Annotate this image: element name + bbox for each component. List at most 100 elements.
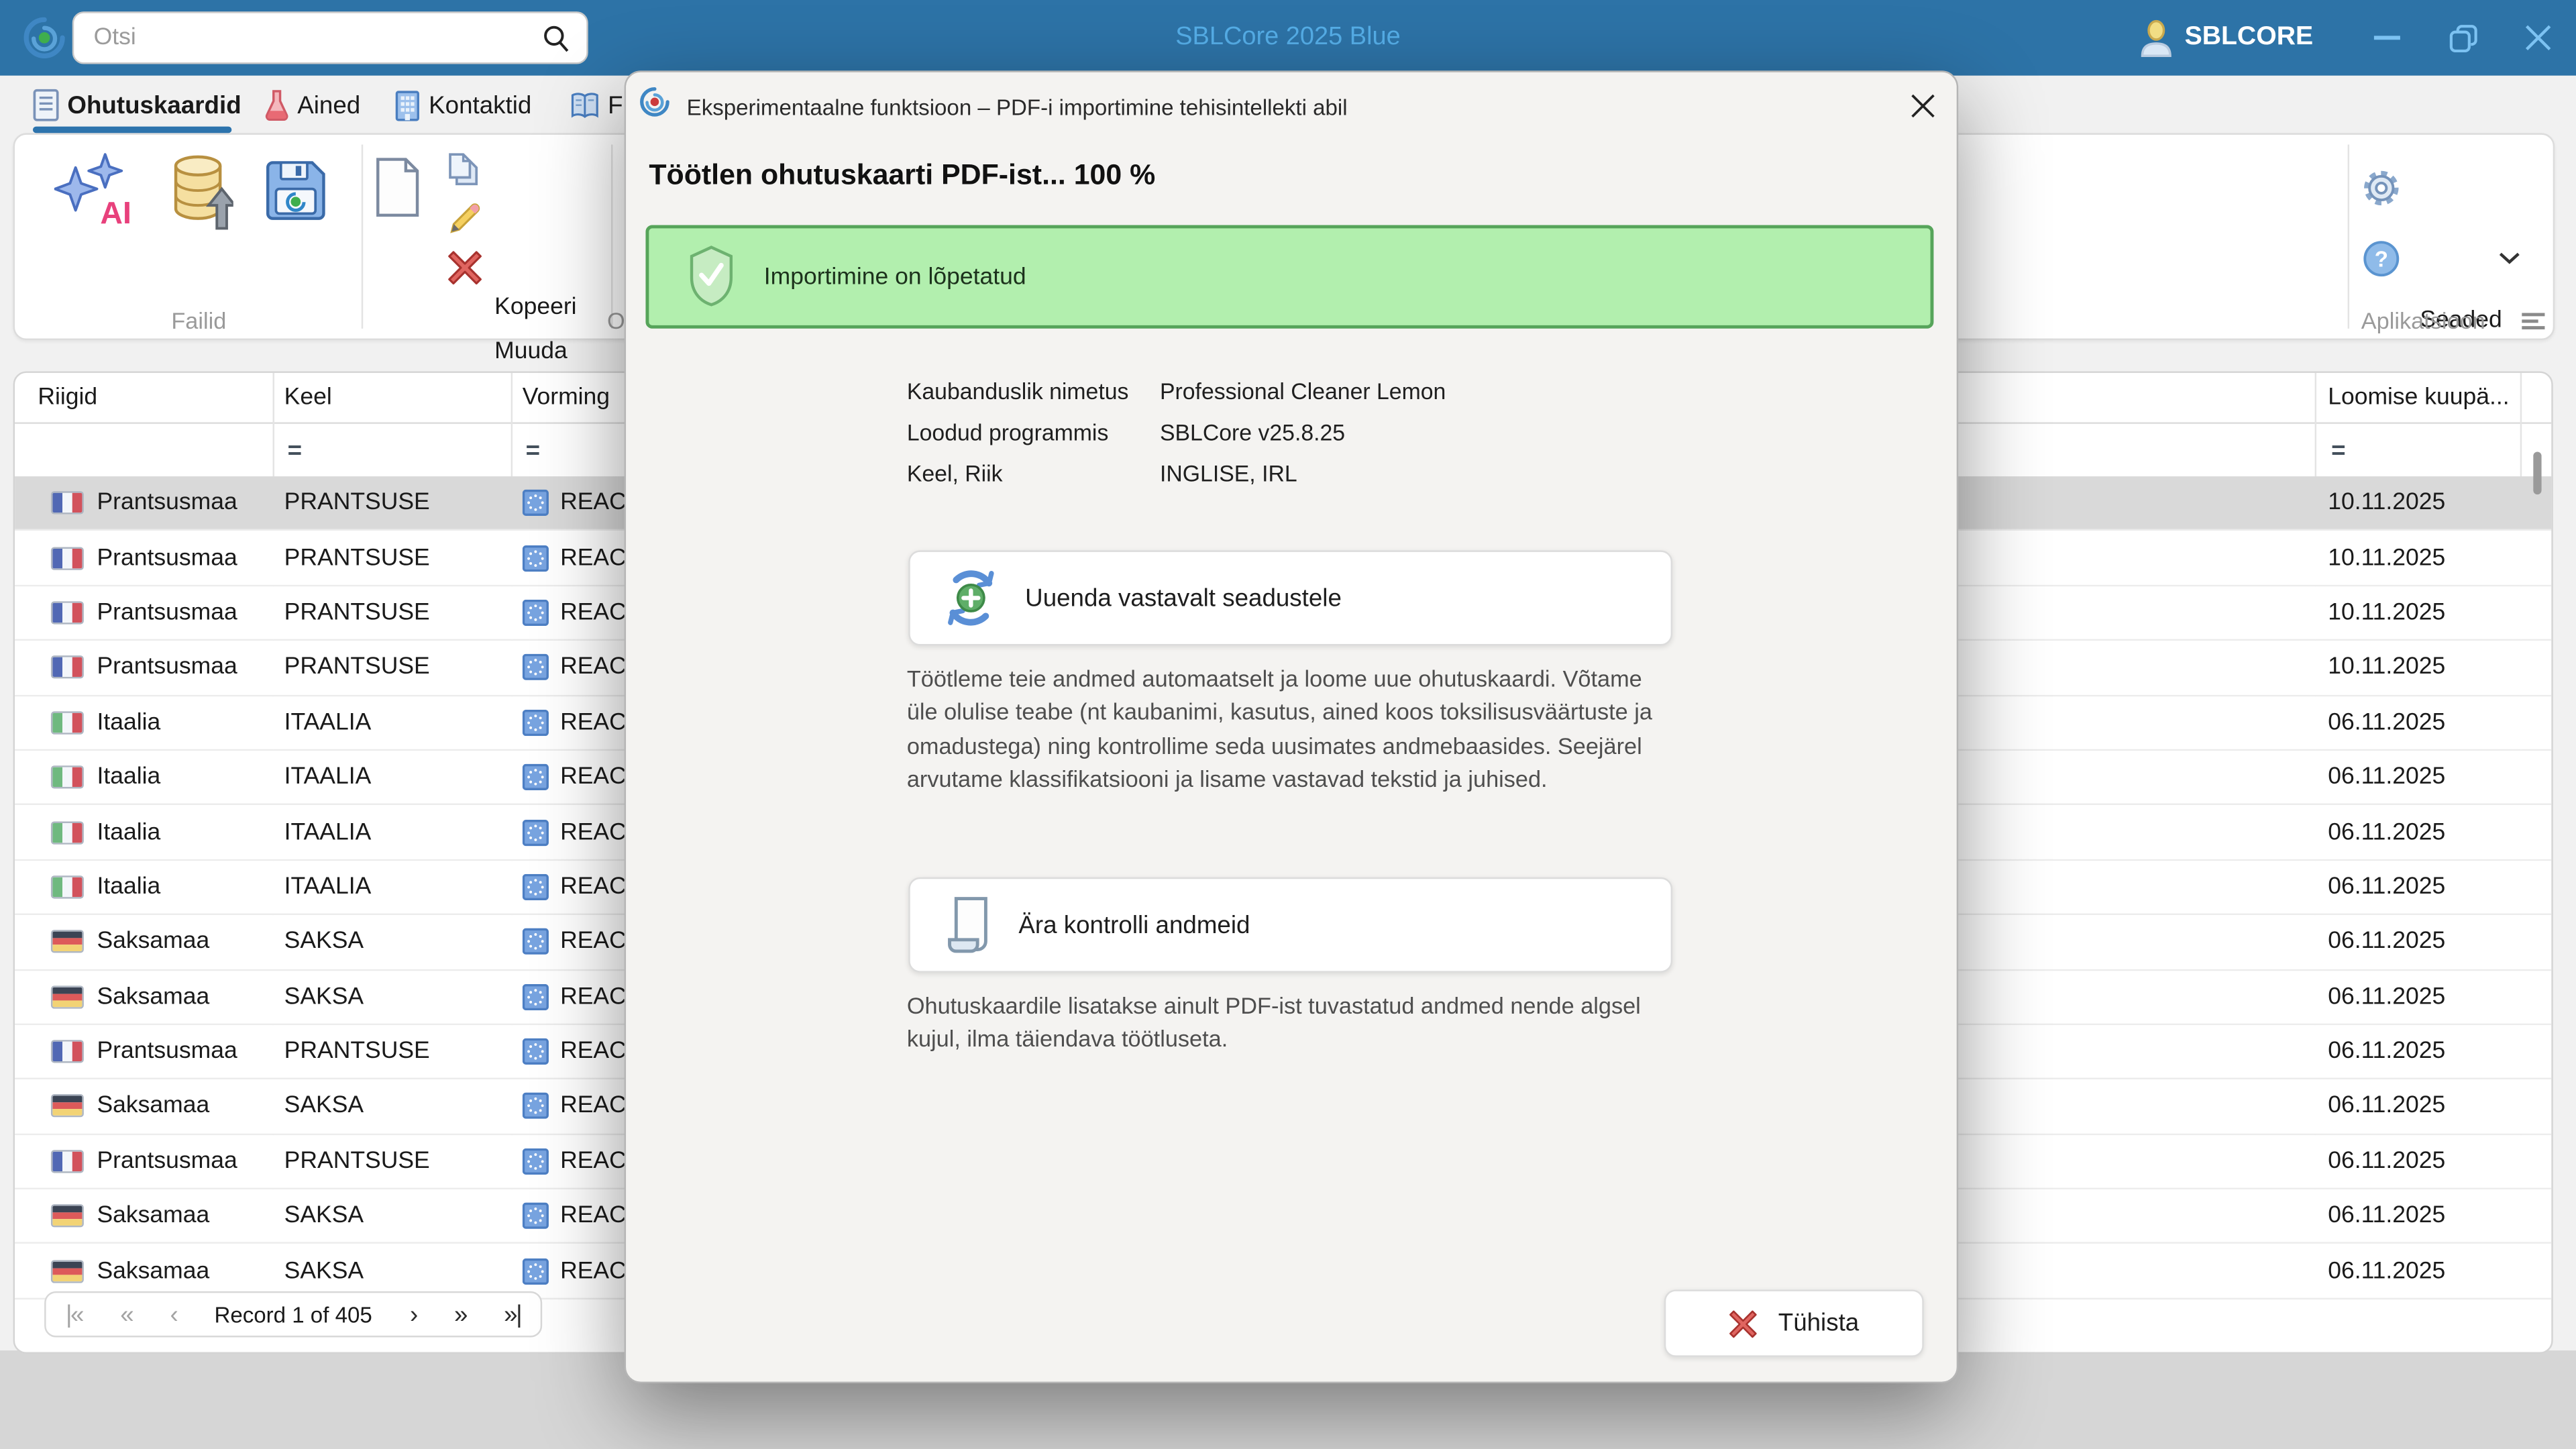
settings-button[interactable] <box>2363 169 2400 207</box>
new-document-icon <box>376 158 419 217</box>
group-options-icon[interactable] <box>2522 312 2545 330</box>
help-button[interactable]: ? <box>2363 240 2400 278</box>
ribbon-separator <box>361 144 364 329</box>
country-flag-icon <box>50 1189 84 1242</box>
format-flag-icon <box>522 696 549 749</box>
date-cell: 06.11.2025 <box>2328 1258 2446 1285</box>
search-icon[interactable] <box>542 24 570 52</box>
language-cell: PRANTSUSE <box>284 545 430 572</box>
new-button[interactable] <box>374 156 421 219</box>
copy-label[interactable]: Kopeeri <box>494 294 576 320</box>
country-flag-icon <box>50 806 84 859</box>
tab-kontaktid[interactable]: Kontaktid <box>394 80 531 129</box>
format-flag-icon <box>522 915 549 968</box>
date-cell: 06.11.2025 <box>2328 983 2446 1010</box>
filter-vorming[interactable]: = <box>526 424 540 476</box>
app-window: Otsi SBLCore 2025 Blue SBLCORE Ohutuskaa… <box>0 0 2576 1449</box>
filter-loomise[interactable]: = <box>2331 424 2345 476</box>
column-header-keel[interactable]: Keel <box>284 373 332 422</box>
building-icon <box>394 89 421 121</box>
tab-ohutuskaardid[interactable]: Ohutuskaardid <box>33 80 241 129</box>
country-flag-icon <box>50 1134 84 1187</box>
pencil-icon <box>450 203 480 233</box>
eu-format-icon <box>522 764 549 791</box>
pager-record-text: Record 1 of 405 <box>214 1301 372 1327</box>
edit-button[interactable] <box>447 201 483 237</box>
info-row: Loodud programmis SBLCore v25.8.25 <box>907 421 1892 453</box>
date-cell: 06.11.2025 <box>2328 1148 2446 1175</box>
eu-format-icon <box>522 928 549 955</box>
format-flag-icon <box>522 476 549 529</box>
language-cell: PRANTSUSE <box>284 654 430 681</box>
eu-format-icon <box>522 1038 549 1065</box>
maximize-button[interactable] <box>2425 0 2501 76</box>
language-cell: SAKSA <box>284 1203 364 1230</box>
raw-button-label: Ära kontrolli andmeid <box>1018 910 1250 939</box>
pager-next-icon[interactable]: › <box>410 1300 418 1328</box>
date-cell: 06.11.2025 <box>2328 1203 2446 1230</box>
eu-format-icon <box>522 654 549 681</box>
search-input[interactable]: Otsi <box>72 11 588 64</box>
dialog-logo-icon <box>639 85 671 118</box>
pager-last-icon[interactable]: »| <box>504 1300 523 1328</box>
cancel-button[interactable]: Tühista <box>1664 1289 1924 1357</box>
country-cell: Itaalia <box>97 709 161 736</box>
dialog-close-icon[interactable] <box>1904 87 1941 125</box>
tab-ained[interactable]: Ained <box>264 80 360 129</box>
pager-fast-next-icon[interactable]: » <box>454 1300 468 1328</box>
no-check-data-button[interactable]: Ära kontrolli andmeid <box>908 877 1673 973</box>
update-per-legislation-button[interactable]: Uuenda vastavalt seadustele <box>908 550 1673 646</box>
minimize-button[interactable] <box>2349 0 2425 76</box>
scroll-paper-icon <box>947 896 996 955</box>
success-banner: Importimine on lõpetatud <box>645 225 1934 329</box>
help-dropdown-chevron-icon[interactable] <box>2499 252 2520 265</box>
column-header-riigid[interactable]: Riigid <box>38 373 97 422</box>
eu-format-icon <box>522 1148 549 1175</box>
country-cell: Saksamaa <box>97 928 210 955</box>
vertical-scrollbar[interactable] <box>2533 451 2542 495</box>
floppy-export-icon <box>266 161 325 220</box>
dialog-title: Eksperimentaalne funktsioon – PDF-i impo… <box>686 95 1348 120</box>
language-cell: SAKSA <box>284 1258 364 1285</box>
title-bar: Otsi SBLCore 2025 Blue SBLCORE <box>0 0 2576 76</box>
copy-button[interactable] <box>443 153 483 193</box>
format-flag-icon <box>522 861 549 914</box>
info-value: INGLISE, IRL <box>1159 462 1297 486</box>
info-label: Kaubanduslik nimetus <box>906 379 1129 405</box>
close-window-button[interactable] <box>2500 0 2576 76</box>
export-button[interactable] <box>263 158 329 223</box>
import-button[interactable] <box>171 154 233 230</box>
eu-format-icon <box>522 490 549 517</box>
copy-icon <box>449 153 478 186</box>
tab-partial[interactable]: F <box>570 80 623 129</box>
country-flag-icon <box>50 751 84 804</box>
language-cell: ITAALIA <box>284 709 372 736</box>
svg-text:AI: AI <box>100 195 131 230</box>
record-pager: |« « ‹ Record 1 of 405 › » »| <box>44 1291 543 1338</box>
filter-keel[interactable]: = <box>288 424 302 476</box>
import-pdf-button[interactable]: AI <box>54 151 140 233</box>
user-avatar-icon[interactable] <box>2139 19 2173 56</box>
date-cell: 06.11.2025 <box>2328 709 2446 736</box>
country-flag-icon <box>50 531 84 584</box>
column-header-loomise[interactable]: Loomise kuupä... <box>2328 373 2509 422</box>
language-cell: PRANTSUSE <box>284 599 430 626</box>
format-flag-icon <box>522 1244 549 1297</box>
logged-in-user[interactable]: SBLCORE <box>2185 23 2314 52</box>
pager-first-icon[interactable]: |« <box>66 1300 85 1328</box>
country-cell: Saksamaa <box>97 983 210 1010</box>
edit-label[interactable]: Muuda <box>494 338 568 364</box>
language-cell: PRANTSUSE <box>284 1038 430 1065</box>
active-tab-underline <box>32 126 232 133</box>
dialog-heading: Töötlen ohutuskaarti PDF-ist... 100 % <box>649 158 1156 191</box>
eu-format-icon <box>522 1093 549 1120</box>
column-header-vorming[interactable]: Vorming <box>523 373 610 422</box>
country-cell: Prantsusmaa <box>97 490 237 517</box>
flask-icon <box>264 89 289 121</box>
delete-button[interactable] <box>447 250 483 286</box>
eu-format-icon <box>522 983 549 1010</box>
pager-fast-prev-icon[interactable]: « <box>120 1300 134 1328</box>
pager-prev-icon[interactable]: ‹ <box>170 1300 178 1328</box>
eu-format-icon <box>522 873 549 900</box>
info-row: Keel, Riik INGLISE, IRL <box>907 462 1892 494</box>
